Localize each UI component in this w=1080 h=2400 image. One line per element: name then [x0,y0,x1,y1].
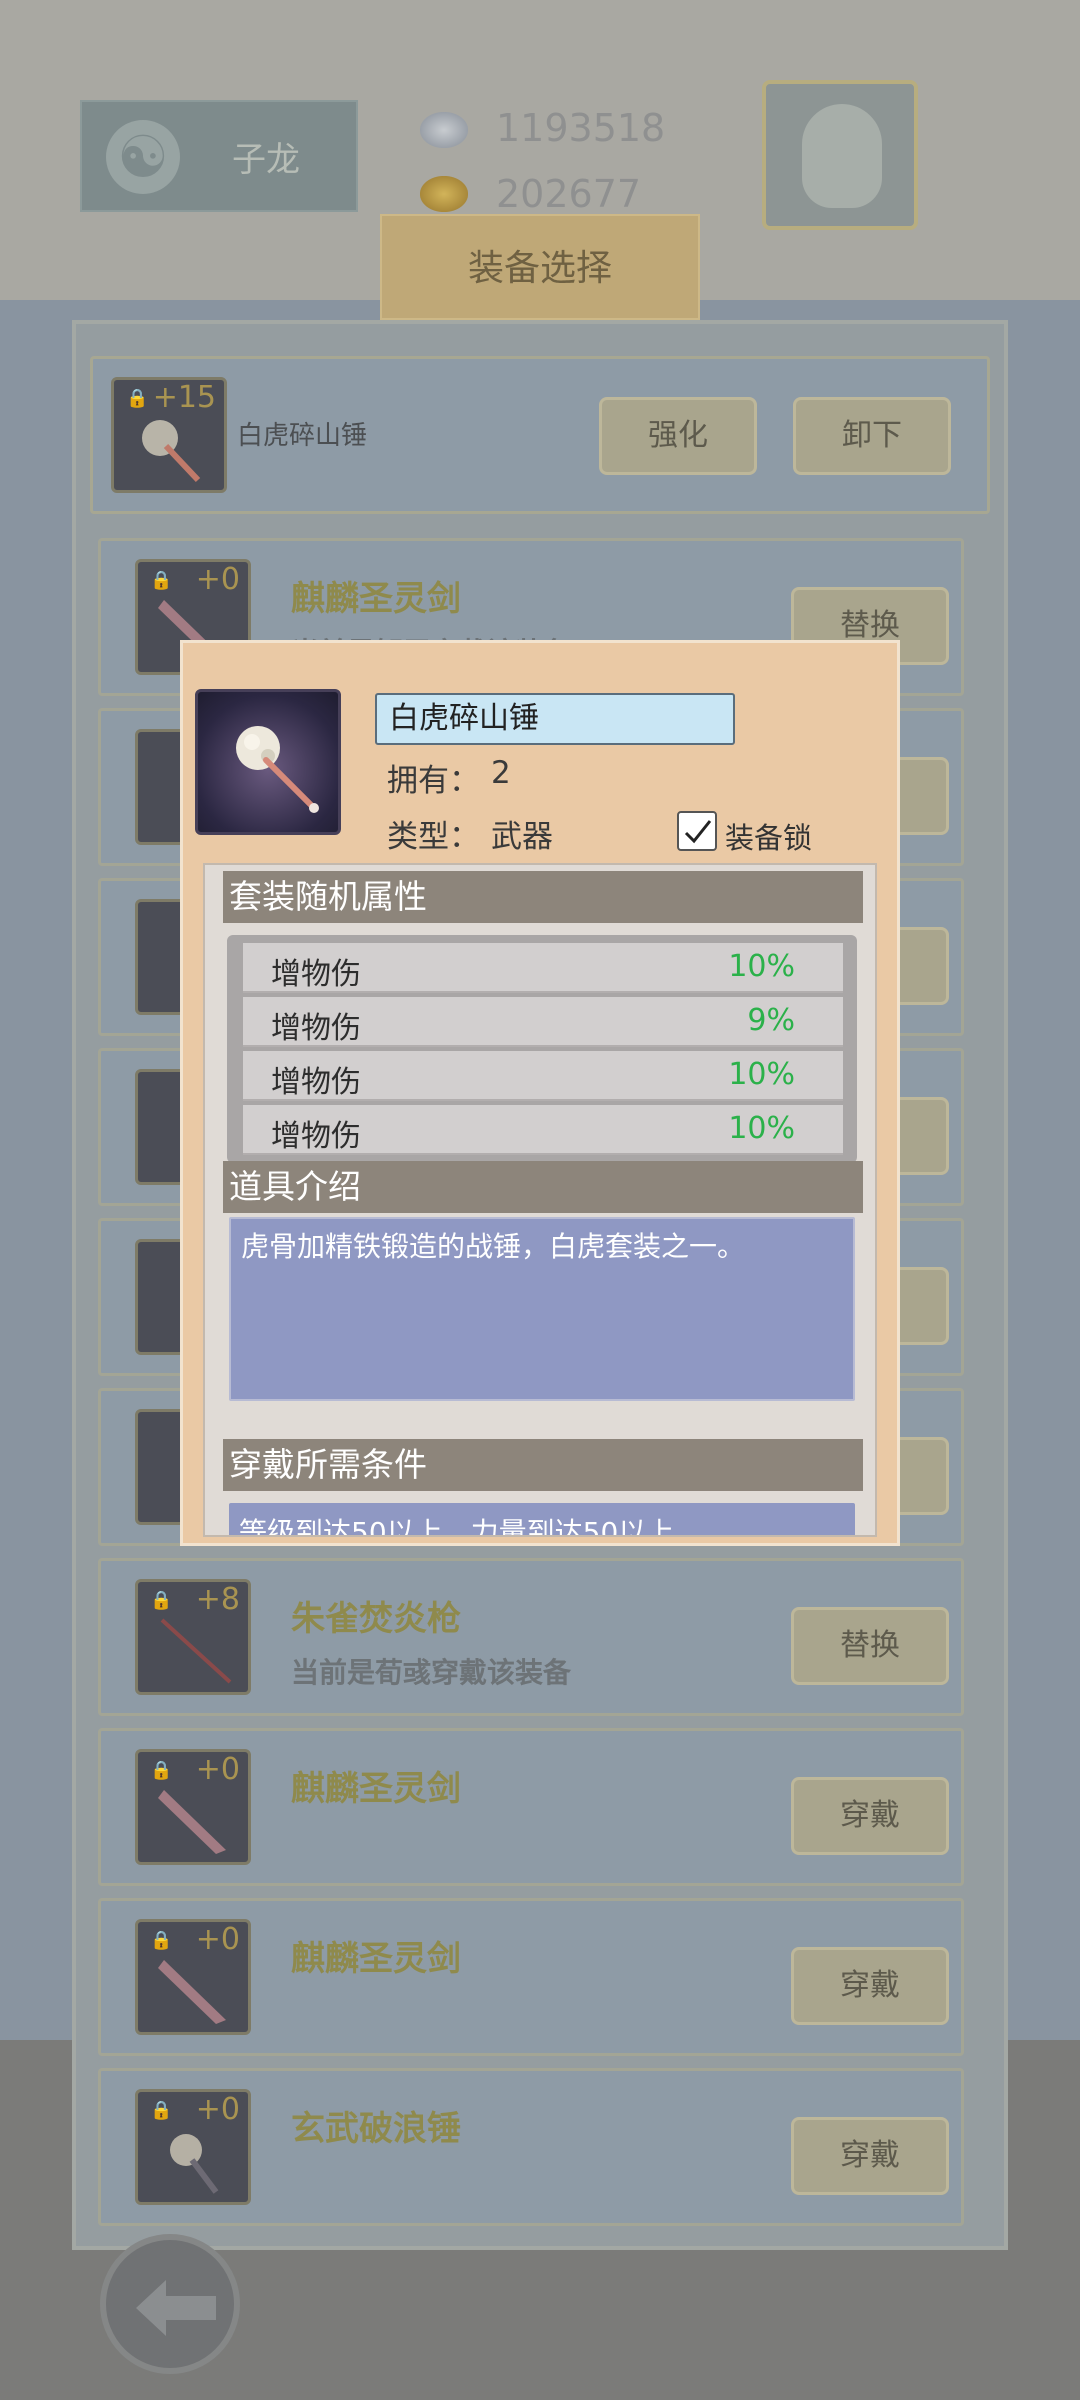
panel-title: 装备选择 [380,214,700,320]
sword-icon [158,1790,226,1854]
requirements-text: 等级到达50以上，力量到达50以上 [239,1516,675,1537]
item-name: 朱雀焚炎枪 [291,1599,461,1639]
silver-amount: 1193518 [496,106,666,150]
hammer-icon [142,420,201,483]
hammer-icon [170,2134,219,2194]
player-name-box[interactable]: ☯ 子龙 [80,100,358,212]
checkmark-icon [684,820,712,844]
equipment-lock-checkbox[interactable] [677,811,717,851]
popup-details-scroll[interactable]: 套装随机属性 增物伤 10% 增物伤 9% 增物伤 10% 增物伤 10% 道具… [203,863,877,1537]
sword-icon [158,1960,226,2024]
attribute-name: 增物伤 [271,1119,361,1154]
hammer-icon [236,726,319,813]
owned-label: 拥有： [387,763,480,799]
attribute-value: 9% [747,1003,795,1038]
back-arrow-icon [136,2280,216,2336]
replace-button[interactable]: 替换 [791,1607,949,1685]
lock-icon: 🔒 [150,1590,173,1611]
equip-button[interactable]: 穿戴 [791,2117,949,2195]
equipped-item-slot[interactable]: 🔒 +15 [111,377,227,493]
player-name: 子龙 [232,140,300,180]
gold-ingot-icon [420,176,468,212]
item-name: 玄武破浪锤 [291,2109,461,2149]
requirements-header: 穿戴所需条件 [223,1439,863,1491]
item-detail-popup: 白虎碎山锤 拥有： 2 类型： 武器 装备锁 套装随机属性 增物伤 10% 增物… [180,640,900,1546]
attribute-name: 增物伤 [271,1011,361,1046]
lock-icon: 🔒 [150,1930,173,1951]
description-header: 道具介绍 [223,1161,863,1213]
hero-avatar[interactable] [762,80,918,230]
type-label: 类型： [387,819,480,855]
attribute-value: 10% [728,1111,795,1146]
attribute-row: 增物伤 10% [243,943,843,993]
lock-icon: 🔒 [150,570,173,591]
hero-portrait [802,104,882,208]
gold-amount: 202677 [496,172,642,216]
list-item: 🔒 +0 麒麟圣灵剑 穿戴 [98,1728,964,1886]
item-slot[interactable]: 🔒 +0 [135,2089,251,2205]
equipment-lock-label: 装备锁 [725,821,813,855]
lock-icon: 🔒 [150,1760,173,1781]
equipped-item-row: 🔒 +15 白虎碎山锤 强化 卸下 [90,356,990,514]
attributes-list: 增物伤 10% 增物伤 9% 增物伤 10% 增物伤 10% [227,935,857,1163]
description-text: 虎骨加精铁锻造的战锤，白虎套装之一。 [241,1230,746,1263]
lock-icon: 🔒 [126,388,149,409]
spear-icon [160,1618,232,1684]
attribute-name: 增物伤 [271,1065,361,1100]
yin-yang-icon: ☯ [106,120,180,194]
lock-icon: 🔒 [150,2100,173,2121]
item-icon [195,689,341,835]
item-status: 当前是荀彧穿戴该装备 [291,1656,572,1689]
attribute-row: 增物伤 10% [243,1051,843,1101]
equip-button[interactable]: 穿戴 [791,1947,949,2025]
back-button[interactable] [100,2234,240,2374]
equipped-item-name: 白虎碎山锤 [237,421,368,451]
silver-ingot-icon [420,112,468,148]
owned-count: 2 [491,755,511,791]
unequip-button[interactable]: 卸下 [793,397,951,475]
type-value: 武器 [491,819,553,855]
description-box: 虎骨加精铁锻造的战锤，白虎套装之一。 [229,1217,855,1401]
item-name: 麒麟圣灵剑 [291,1769,461,1809]
attribute-row: 增物伤 9% [243,997,843,1047]
upgrade-button[interactable]: 强化 [599,397,757,475]
item-name-field: 白虎碎山锤 [375,693,735,745]
list-item: 🔒 +0 玄武破浪锤 穿戴 [98,2068,964,2226]
item-slot[interactable]: 🔒 +0 [135,1919,251,2035]
attribute-value: 10% [728,1057,795,1092]
attribute-value: 10% [728,949,795,984]
list-item: 🔒 +8 朱雀焚炎枪 当前是荀彧穿戴该装备 替换 [98,1558,964,1716]
list-item: 🔒 +0 麒麟圣灵剑 穿戴 [98,1898,964,2056]
equip-button[interactable]: 穿戴 [791,1777,949,1855]
item-slot[interactable]: 🔒 +8 [135,1579,251,1695]
attribute-row: 增物伤 10% [243,1105,843,1155]
item-slot[interactable]: 🔒 +0 [135,1749,251,1865]
item-name: 麒麟圣灵剑 [291,1939,461,1979]
item-name: 麒麟圣灵剑 [291,579,461,619]
requirements-box: 等级到达50以上，力量到达50以上 [229,1503,855,1537]
set-attributes-header: 套装随机属性 [223,871,863,923]
attribute-name: 增物伤 [271,957,361,992]
